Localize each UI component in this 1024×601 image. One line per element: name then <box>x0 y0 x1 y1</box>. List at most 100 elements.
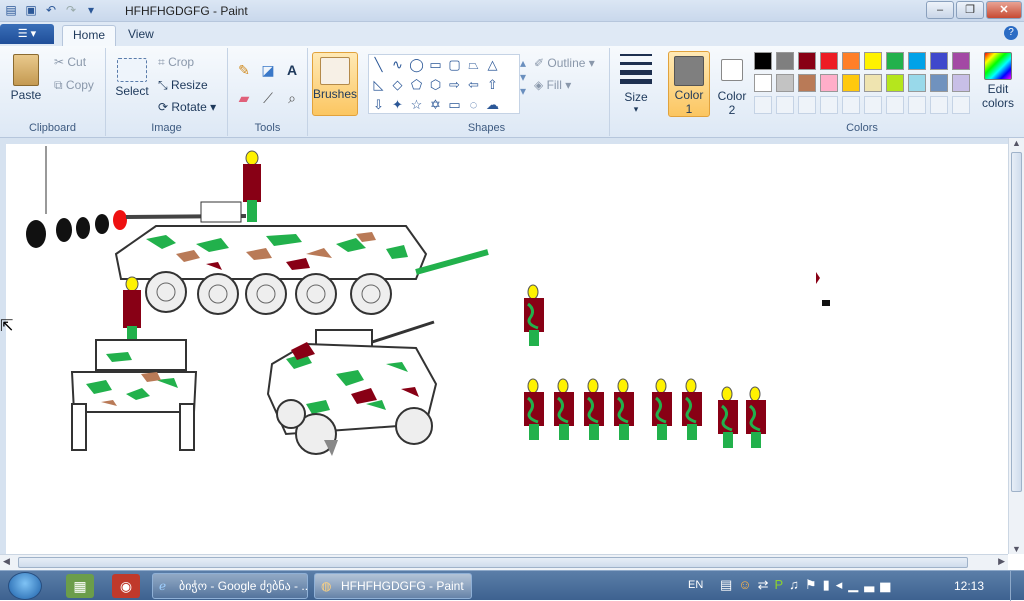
custom-color-slot[interactable] <box>798 96 816 114</box>
clock[interactable]: 12:13 <box>954 579 984 593</box>
tray-network-icon[interactable]: ⇄ <box>758 577 775 592</box>
start-button[interactable] <box>8 572 42 600</box>
volume-icon[interactable]: ♫ <box>789 577 805 592</box>
rect-callout-shape-icon[interactable]: ▭ <box>445 95 464 115</box>
custom-color-slot[interactable] <box>842 96 860 114</box>
custom-color-slot[interactable] <box>754 96 772 114</box>
color-swatch[interactable] <box>776 52 794 70</box>
scroll-down-icon[interactable]: ▼ <box>1012 544 1021 554</box>
shapes-gallery[interactable]: ╲ ∿ ◯ ▭ ▢ ⏢ △ ◺ ◇ ⬠ ⬡ ⇨ ⇦ ⇧ ⇩ ✦ ☆ ✡ ▭ ◌ ☁ <box>368 54 520 114</box>
color-swatch[interactable] <box>886 52 904 70</box>
scroll-up-icon[interactable]: ▲ <box>1012 138 1021 148</box>
scroll-right-icon[interactable]: ▶ <box>998 556 1005 567</box>
color-swatch[interactable] <box>952 52 970 70</box>
outline-button[interactable]: ✐ Outline ▾ <box>534 56 595 70</box>
color-swatch[interactable] <box>798 74 816 92</box>
left-arrow-shape-icon[interactable]: ⇦ <box>464 75 483 95</box>
close-button[interactable]: ✕ <box>986 1 1022 19</box>
taskbar-item-browser[interactable]: ℯ ბიჭო - Google ძებნა - ... <box>152 573 308 599</box>
custom-color-slot[interactable] <box>886 96 904 114</box>
right-arrow-shape-icon[interactable]: ⇨ <box>445 75 464 95</box>
color1-button[interactable]: Color 1 <box>668 51 710 117</box>
down-arrow-shape-icon[interactable]: ⇩ <box>369 95 388 115</box>
five-point-star-shape-icon[interactable]: ☆ <box>407 95 426 115</box>
pinned-photos-icon[interactable]: ▦ <box>66 574 94 598</box>
color-swatch[interactable] <box>798 52 816 70</box>
eraser-icon[interactable]: ▰ <box>234 88 254 108</box>
right-triangle-shape-icon[interactable]: ◺ <box>369 75 388 95</box>
shapes-scroll-icon[interactable]: ▴ ▾ ▾ <box>520 56 526 98</box>
color-swatch[interactable] <box>886 74 904 92</box>
custom-color-slot[interactable] <box>864 96 882 114</box>
color-swatch[interactable] <box>776 74 794 92</box>
edit-colors-button[interactable]: Edit colors <box>978 52 1018 110</box>
color-picker-icon[interactable]: ⟋ <box>258 88 278 108</box>
flag-icon[interactable]: ⚑ <box>805 577 823 592</box>
up-arrow-shape-icon[interactable]: ⇧ <box>483 75 502 95</box>
custom-color-slot[interactable] <box>908 96 926 114</box>
triangle-shape-icon[interactable]: △ <box>483 55 502 75</box>
color-swatch[interactable] <box>842 52 860 70</box>
fill-bucket-icon[interactable]: ◪ <box>258 60 278 80</box>
line-shape-icon[interactable]: ╲ <box>369 55 388 75</box>
diamond-shape-icon[interactable]: ◇ <box>388 75 407 95</box>
paint-app-icon[interactable]: ▤ <box>4 3 18 17</box>
copy-button[interactable]: ⧉ Copy <box>54 78 94 93</box>
redo-icon[interactable]: ↷ <box>64 3 78 17</box>
vertical-scroll-thumb[interactable] <box>1011 152 1022 492</box>
color-swatch[interactable] <box>842 74 860 92</box>
curve-shape-icon[interactable]: ∿ <box>388 55 407 75</box>
taskbar-item-paint[interactable]: ◍ HFHFHGDGFG - Paint <box>314 573 472 599</box>
show-desktop-button[interactable] <box>1010 571 1024 601</box>
rounded-rectangle-shape-icon[interactable]: ▢ <box>445 55 464 75</box>
custom-color-slot[interactable] <box>776 96 794 114</box>
tray-smiley-icon[interactable]: ☺ <box>738 577 757 592</box>
save-icon[interactable]: ▣ <box>24 3 38 17</box>
pentagon-shape-icon[interactable]: ⬠ <box>407 75 426 95</box>
color-swatch[interactable] <box>754 74 772 92</box>
color-swatch[interactable] <box>754 52 772 70</box>
polygon-shape-icon[interactable]: ⏢ <box>464 55 483 75</box>
pinned-app-icon[interactable]: ◉ <box>112 574 140 598</box>
color2-button[interactable]: Color 2 <box>714 51 750 117</box>
select-button[interactable]: Select <box>114 58 150 98</box>
horizontal-scrollbar[interactable]: ◀ ▶ <box>0 554 1008 570</box>
custom-color-slot[interactable] <box>930 96 948 114</box>
horizontal-scroll-thumb[interactable] <box>18 557 968 568</box>
undo-icon[interactable]: ↶ <box>44 3 58 17</box>
maximize-button[interactable]: ❐ <box>956 1 984 19</box>
help-icon[interactable]: ? <box>1004 26 1018 40</box>
pencil-icon[interactable]: ✎ <box>234 60 254 80</box>
paste-button[interactable]: Paste <box>6 54 46 102</box>
color-swatch[interactable] <box>820 52 838 70</box>
tab-view[interactable]: View <box>118 25 164 46</box>
language-indicator[interactable]: EN <box>688 579 703 591</box>
color-swatch[interactable] <box>864 74 882 92</box>
rotate-button[interactable]: ⟳ Rotate ▾ <box>158 100 216 114</box>
color-swatch[interactable] <box>952 74 970 92</box>
hexagon-shape-icon[interactable]: ⬡ <box>426 75 445 95</box>
color-swatch[interactable] <box>864 52 882 70</box>
color-swatch[interactable] <box>908 74 926 92</box>
six-point-star-shape-icon[interactable]: ✡ <box>426 95 445 115</box>
magnifier-icon[interactable]: ⌕ <box>282 88 302 108</box>
tray-p-icon[interactable]: P <box>774 577 789 592</box>
tray-calendar-icon[interactable]: ▤ <box>720 577 738 592</box>
minimize-button[interactable]: – <box>926 1 954 19</box>
color-swatch[interactable] <box>820 74 838 92</box>
custom-color-slot[interactable] <box>820 96 838 114</box>
size-button[interactable]: Size ▾ <box>618 54 654 115</box>
color-swatch[interactable] <box>908 52 926 70</box>
color-swatch[interactable] <box>930 52 948 70</box>
signal-icon[interactable]: ▁▃▅ <box>848 577 896 592</box>
crop-button[interactable]: ⌗ Crop <box>158 55 194 70</box>
color-swatch[interactable] <box>930 74 948 92</box>
file-menu-button[interactable]: ☰ ▾ <box>0 24 54 44</box>
drawing-canvas[interactable] <box>6 144 1008 554</box>
custom-color-slot[interactable] <box>952 96 970 114</box>
fill-button[interactable]: ◈ Fill ▾ <box>534 78 571 92</box>
tab-home[interactable]: Home <box>62 25 117 46</box>
cut-button[interactable]: ✂ Cut <box>54 55 86 69</box>
speaker-icon[interactable]: ◂ <box>836 577 849 592</box>
chevron-down-icon[interactable]: ▾ <box>84 3 98 17</box>
